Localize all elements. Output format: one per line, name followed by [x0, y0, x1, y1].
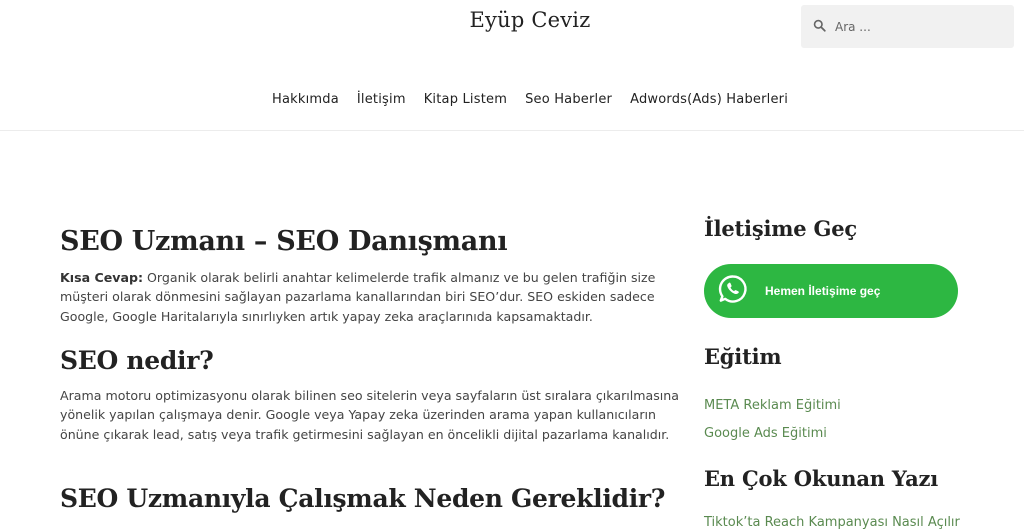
- nav-item-adwords-news[interactable]: Adwords(Ads) Haberleri: [630, 92, 788, 107]
- header-divider: [0, 130, 1024, 131]
- meta-ads-training-link[interactable]: META Reklam Eğitimi: [704, 398, 841, 413]
- nav-item-about[interactable]: Hakkımda: [272, 92, 339, 107]
- page-title: SEO Uzmanı – SEO Danışmanı: [60, 226, 508, 257]
- short-answer-paragraph: Kısa Cevap: Organik olarak belirli anaht…: [60, 268, 682, 326]
- main-nav: Hakkımda İletişim Kitap Listem Seo Haber…: [0, 92, 1024, 107]
- whatsapp-button-label: Hemen İletişime geç: [765, 284, 881, 298]
- education-list: META Reklam Eğitimi Google Ads Eğitimi: [704, 392, 841, 448]
- most-read-heading: En Çok Okunan Yazı: [704, 466, 939, 491]
- section-heading-why-seo-expert: SEO Uzmanıyla Çalışmak Neden Gereklidir?: [60, 484, 666, 513]
- list-item: META Reklam Eğitimi: [704, 392, 841, 420]
- short-answer-text: Organik olarak belirli anahtar kelimeler…: [60, 270, 656, 324]
- search-icon: [813, 17, 826, 36]
- nav-item-contact[interactable]: İletişim: [357, 92, 406, 107]
- short-answer-label: Kısa Cevap:: [60, 270, 143, 285]
- search-box[interactable]: [801, 5, 1014, 48]
- list-item: Google Ads Eğitimi: [704, 420, 841, 448]
- google-ads-training-link[interactable]: Google Ads Eğitimi: [704, 426, 827, 441]
- section-heading-what-is-seo: SEO nedir?: [60, 346, 214, 375]
- nav-item-seo-news[interactable]: Seo Haberler: [525, 92, 612, 107]
- search-input[interactable]: [833, 18, 1007, 35]
- whatsapp-contact-button[interactable]: Hemen İletişime geç: [704, 264, 958, 318]
- whatsapp-icon: [716, 272, 750, 310]
- nav-item-book-list[interactable]: Kitap Listem: [424, 92, 507, 107]
- contact-heading: İletişime Geç: [704, 216, 858, 241]
- section-paragraph-what-is-seo: Arama motoru optimizasyonu olarak biline…: [60, 388, 680, 442]
- education-heading: Eğitim: [704, 344, 782, 369]
